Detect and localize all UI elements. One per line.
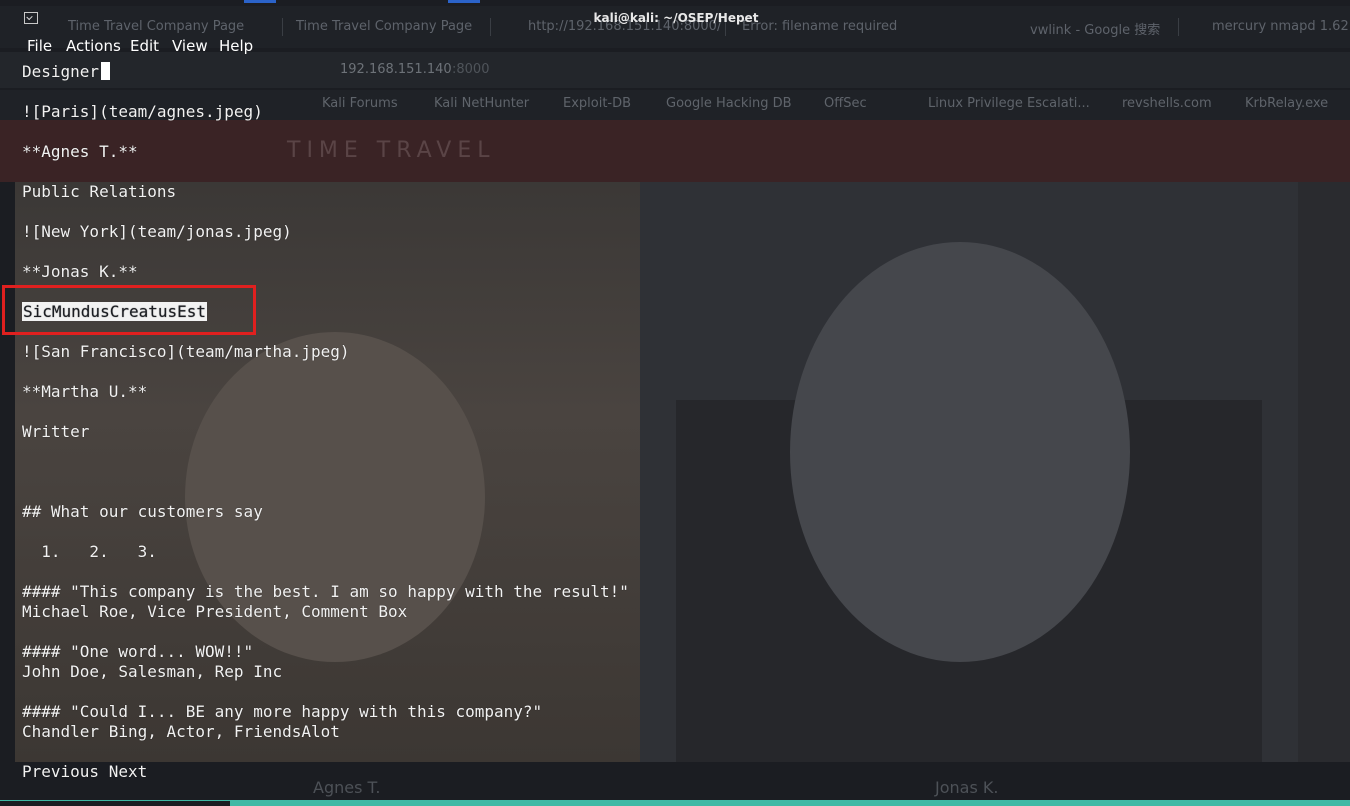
terminal-line: Michael Roe, Vice President, Comment Box xyxy=(22,602,408,621)
terminal-line: ![New York](team/jonas.jpeg) xyxy=(22,222,292,241)
terminal-line: 1. 2. 3. xyxy=(22,542,157,561)
terminal-line: #### "Could I... BE any more happy with … xyxy=(22,702,543,721)
terminal-line: **Agnes T.** xyxy=(22,142,138,161)
menu-help[interactable]: Help xyxy=(219,37,253,55)
line-text: Designer xyxy=(22,62,100,81)
menu-view[interactable]: View xyxy=(172,37,208,55)
menu-actions[interactable]: Actions xyxy=(66,37,121,55)
terminal-line: John Doe, Salesman, Rep Inc xyxy=(22,662,283,681)
active-tab-indicator xyxy=(448,0,480,3)
active-tab-indicator xyxy=(244,0,276,3)
terminal-line: Writter xyxy=(22,422,90,441)
window-title: kali@kali: ~/OSEP/Hepet xyxy=(593,11,759,25)
terminal-line: ![Paris](team/agnes.jpeg) xyxy=(22,102,263,121)
text-cursor xyxy=(101,62,111,80)
terminal-line: Chandler Bing, Actor, FriendsAlot xyxy=(22,722,340,741)
terminal-titlebar[interactable]: kali@kali: ~/OSEP/Hepet xyxy=(0,6,1350,32)
terminal-output[interactable]: Designer ![Paris](team/agnes.jpeg) **Agn… xyxy=(0,58,1350,800)
terminal-line: #### "One word... WOW!!" xyxy=(22,642,254,661)
menu-edit[interactable]: Edit xyxy=(130,37,159,55)
menu-file[interactable]: File xyxy=(27,37,52,55)
terminal-line: Designer xyxy=(22,62,111,82)
terminal-line: Previous Next xyxy=(22,762,148,781)
terminal-line: ![San Francisco](team/martha.jpeg) xyxy=(22,342,350,361)
red-highlight-box xyxy=(2,285,256,335)
terminal-line: Public Relations xyxy=(22,182,177,201)
terminal-line: ## What our customers say xyxy=(22,502,263,521)
terminal-line: **Martha U.** xyxy=(22,382,148,401)
terminal-line: #### "This company is the best. I am so … xyxy=(22,582,629,601)
terminal-line: **Jonas K.** xyxy=(22,262,138,281)
terminal-prompt-area xyxy=(0,801,230,806)
